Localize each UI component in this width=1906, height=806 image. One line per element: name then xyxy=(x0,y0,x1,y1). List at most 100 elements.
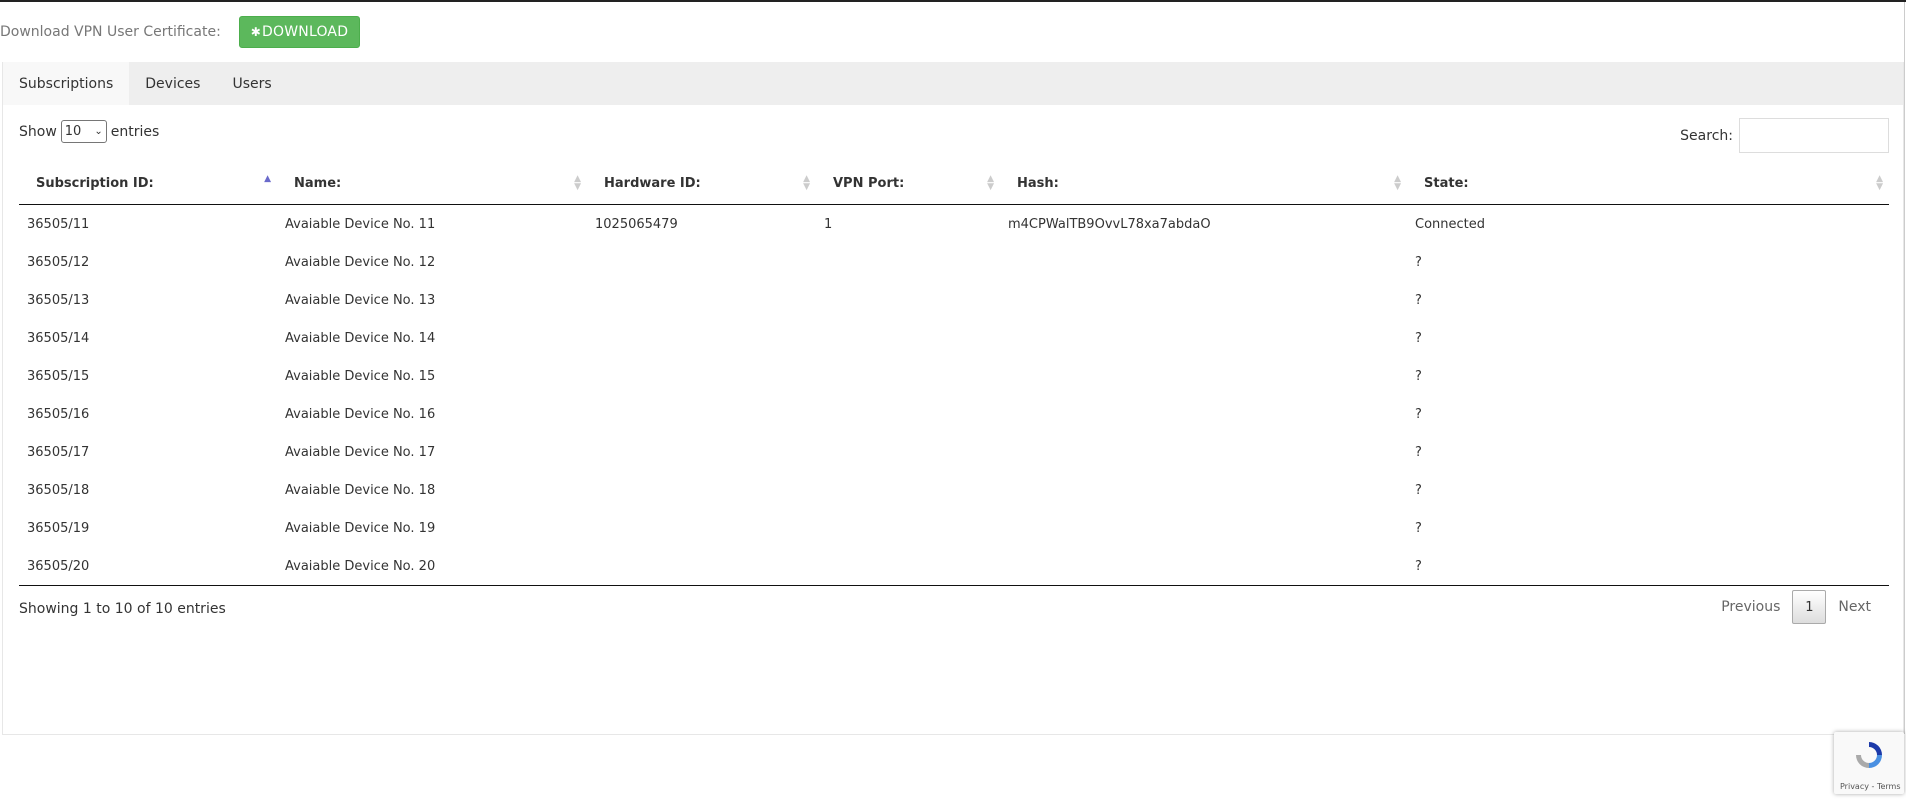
table-cell: 36505/12 xyxy=(27,254,90,270)
table-cell xyxy=(816,243,1000,281)
table-cell: ? xyxy=(1415,406,1422,422)
table-cell xyxy=(816,281,1000,319)
table-cell: m4CPWalTB9OvvL78xa7abdaO xyxy=(1008,216,1211,232)
table-cell: Avaiable Device No. 20 xyxy=(277,547,587,586)
table-cell xyxy=(587,357,816,395)
table-row: 36505/14 Avaiable Device No. 14? xyxy=(19,319,1889,357)
previous-page-button[interactable]: Previous xyxy=(1709,599,1792,615)
table-row: 36505/13 Avaiable Device No. 13? xyxy=(19,281,1889,319)
table-row: 36505/16 Avaiable Device No. 16? xyxy=(19,395,1889,433)
tab-devices[interactable]: Devices xyxy=(129,62,216,105)
download-button[interactable]: ✱ DOWNLOAD xyxy=(238,16,361,48)
column-header-state[interactable]: State: ▲ ▼ xyxy=(1407,163,1889,205)
table-cell xyxy=(587,395,816,433)
table-cell xyxy=(1000,281,1407,319)
table-cell: Avaiable Device No. 16 xyxy=(285,406,436,422)
table-cell xyxy=(587,319,816,357)
recaptcha-icon xyxy=(1856,742,1882,768)
table-cell xyxy=(587,281,816,319)
show-label: Show xyxy=(19,123,57,140)
table-cell: Avaiable Device No. 11 xyxy=(285,216,436,232)
table-row: 36505/20 Avaiable Device No. 20? xyxy=(19,547,1889,586)
table-cell xyxy=(1000,319,1407,357)
search-control: Search: xyxy=(1680,118,1889,153)
search-label: Search: xyxy=(1680,127,1733,144)
table-cell xyxy=(1000,433,1407,471)
table-cell xyxy=(816,547,1000,586)
table-cell: Avaiable Device No. 12 xyxy=(285,254,436,270)
column-header-vpn-port[interactable]: VPN Port: ▲ ▼ xyxy=(816,163,1000,205)
table-cell: ? xyxy=(1415,520,1422,536)
table-cell: Avaiable Device No. 17 xyxy=(285,444,436,460)
scrollbar-edge xyxy=(1904,2,1905,734)
tab-label: Subscriptions xyxy=(19,75,114,92)
page-length-value: 10 xyxy=(64,124,82,139)
top-border xyxy=(0,0,1906,2)
table-row: 36505/11 Avaiable Device No. 11 1025065479… xyxy=(19,205,1889,244)
table-cell: 1 xyxy=(824,216,833,232)
table-cell xyxy=(587,471,816,509)
next-page-button[interactable]: Next xyxy=(1826,599,1883,615)
table-row: 36505/15 Avaiable Device No. 15? xyxy=(19,357,1889,395)
page-length-select[interactable]: 10 ⌄ xyxy=(60,120,107,143)
table-row: 36505/18 Avaiable Device No. 18? xyxy=(19,471,1889,509)
column-header-hash[interactable]: Hash: ▲ ▼ xyxy=(1000,163,1407,205)
header-label: Subscription ID: xyxy=(36,176,154,191)
table-cell: 36505/16 xyxy=(27,406,90,422)
recaptcha-badge[interactable]: Privacy - Terms xyxy=(1834,732,1904,794)
sort-icon: ▲ ▼ xyxy=(574,174,581,192)
table-cell: 36505/17 xyxy=(27,444,90,460)
tab-users[interactable]: Users xyxy=(216,62,287,105)
sort-icon: ▲ ▼ xyxy=(1876,174,1883,192)
subscriptions-panel: Subscriptions Devices Users Show 10 ⌄ en… xyxy=(2,62,1904,735)
tab-label: Users xyxy=(232,75,272,92)
table-info: Showing 1 to 10 of 10 entries xyxy=(19,601,226,617)
recaptcha-terms[interactable]: Privacy - Terms xyxy=(1840,782,1901,791)
header-label: Name: xyxy=(294,176,342,191)
current-page-button[interactable]: 1 xyxy=(1792,590,1827,624)
table-cell: ? xyxy=(1415,254,1422,270)
table-header-row: Subscription ID: ▲ Name: ▲ ▼ Hardware ID: ▲ ▼… xyxy=(19,163,1889,205)
sort-icon: ▲ ▼ xyxy=(803,174,810,192)
column-header-hardware-id[interactable]: Hardware ID: ▲ ▼ xyxy=(587,163,816,205)
table-cell xyxy=(587,433,816,471)
header-label: Hash: xyxy=(1017,176,1059,191)
table-cell xyxy=(816,471,1000,509)
table-cell xyxy=(587,547,816,586)
table-cell: 36505/11 xyxy=(27,216,90,232)
table-cell: ? xyxy=(1415,330,1422,346)
table-cell xyxy=(1000,395,1407,433)
table-cell: ? xyxy=(1415,368,1422,384)
column-header-name[interactable]: Name: ▲ ▼ xyxy=(277,163,587,205)
search-input[interactable] xyxy=(1739,118,1889,153)
table-cell xyxy=(587,243,816,281)
length-control: Show 10 ⌄ entries xyxy=(19,120,159,143)
table-cell: ? xyxy=(1415,444,1422,460)
table-cell: 36505/19 xyxy=(27,520,90,536)
sort-icon: ▲ ▼ xyxy=(987,174,994,192)
table-cell xyxy=(1000,357,1407,395)
table-cell xyxy=(1000,471,1407,509)
download-button-label: DOWNLOAD xyxy=(262,24,349,40)
table-cell: ? xyxy=(1415,482,1422,498)
certificate-label: Download VPN User Certificate: xyxy=(0,24,221,40)
column-header-subscription-id[interactable]: Subscription ID: ▲ xyxy=(19,163,277,205)
tab-bar: Subscriptions Devices Users xyxy=(3,62,1903,105)
table-cell: ? xyxy=(1407,547,1889,586)
table-cell: Avaiable Device No. 15 xyxy=(285,368,436,384)
table-cell: 36505/13 xyxy=(27,292,90,308)
table-row: 36505/19 Avaiable Device No. 19? xyxy=(19,509,1889,547)
table-cell: Avaiable Device No. 14 xyxy=(285,330,436,346)
table-cell: 1025065479 xyxy=(595,216,678,232)
table-cell: Connected xyxy=(1415,216,1486,232)
subscriptions-table: Subscription ID: ▲ Name: ▲ ▼ Hardware ID: ▲ ▼… xyxy=(19,163,1889,586)
header-label: State: xyxy=(1424,176,1469,191)
table-cell: 36505/18 xyxy=(27,482,90,498)
certificate-row: Download VPN User Certificate: ✱ DOWNLOA… xyxy=(0,16,361,48)
table-cell: Avaiable Device No. 19 xyxy=(285,520,436,536)
sort-icon: ▲ ▼ xyxy=(1394,174,1401,192)
table-cell xyxy=(816,433,1000,471)
table-cell xyxy=(816,395,1000,433)
tab-subscriptions[interactable]: Subscriptions xyxy=(3,62,130,105)
gear-icon: ✱ xyxy=(250,25,262,39)
